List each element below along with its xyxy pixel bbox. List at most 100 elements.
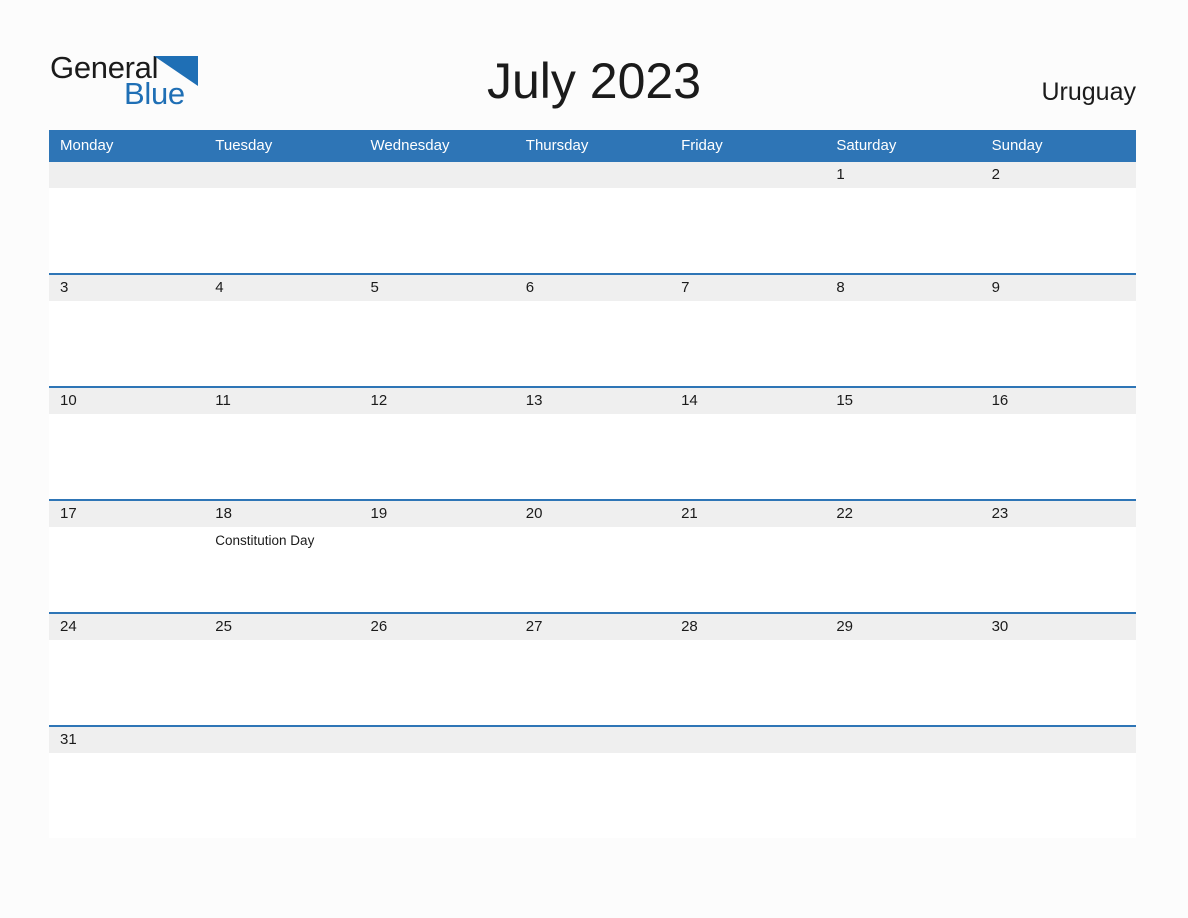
calendar-week-row: 1 2 [49,162,1136,273]
day-number[interactable]: 13 [515,388,670,414]
day-event [515,640,670,670]
day-event-strip [49,188,1136,218]
day-number[interactable]: 23 [981,501,1136,527]
day-number[interactable]: 8 [825,275,980,301]
day-event [670,753,825,783]
day-event [825,188,980,218]
day-number[interactable]: 31 [49,727,204,753]
day-event [825,753,980,783]
page-header: General Blue July 2023 Uruguay [0,0,1188,130]
day-event [204,640,359,670]
day-number[interactable] [981,727,1136,753]
day-number[interactable] [825,727,980,753]
day-number[interactable] [515,727,670,753]
day-event-strip [49,753,1136,783]
day-number[interactable]: 1 [825,162,980,188]
day-number[interactable]: 2 [981,162,1136,188]
day-event [515,527,670,557]
day-event [515,414,670,444]
weekday-header-wednesday: Wednesday [370,137,450,154]
day-event [825,414,980,444]
day-number[interactable]: 17 [49,501,204,527]
day-number-strip: 17 18 19 20 21 22 23 [49,501,1136,527]
day-number[interactable]: 30 [981,614,1136,640]
weekday-header-row: Monday Tuesday Wednesday Thursday Friday… [49,130,1136,162]
day-event-strip: Constitution Day [49,527,1136,557]
day-number[interactable]: 20 [515,501,670,527]
day-event [49,414,204,444]
day-number[interactable]: 14 [670,388,825,414]
day-number[interactable]: 4 [204,275,359,301]
weekday-header-friday: Friday [681,137,723,154]
day-number[interactable]: 6 [515,275,670,301]
day-event [515,188,670,218]
day-event [981,527,1136,557]
day-event [670,527,825,557]
day-number[interactable]: 5 [360,275,515,301]
day-number-strip: 3 4 5 6 7 8 9 [49,275,1136,301]
day-number[interactable]: 16 [981,388,1136,414]
day-event [825,527,980,557]
calendar-week-row: 24 25 26 27 28 29 30 [49,612,1136,725]
day-number[interactable] [515,162,670,188]
day-event [49,188,204,218]
day-number[interactable]: 10 [49,388,204,414]
day-number[interactable] [49,162,204,188]
day-number[interactable] [360,727,515,753]
day-event [49,753,204,783]
day-event [49,640,204,670]
calendar-week-row: 3 4 5 6 7 8 9 [49,273,1136,386]
day-number[interactable]: 26 [360,614,515,640]
day-number[interactable]: 24 [49,614,204,640]
day-event [204,753,359,783]
weekday-header-thursday: Thursday [525,137,589,154]
day-number-strip: 10 11 12 13 14 15 16 [49,388,1136,414]
day-event [360,188,515,218]
day-number[interactable]: 29 [825,614,980,640]
day-event [204,301,359,331]
day-event [981,640,1136,670]
day-number[interactable]: 7 [670,275,825,301]
day-event [515,753,670,783]
day-event-strip [49,640,1136,670]
day-event [204,188,359,218]
day-event [515,301,670,331]
day-number[interactable] [204,162,359,188]
day-number[interactable]: 9 [981,275,1136,301]
day-number[interactable]: 19 [360,501,515,527]
country-label: Uruguay [1041,78,1137,106]
day-event [360,527,515,557]
day-event [825,640,980,670]
day-number[interactable]: 3 [49,275,204,301]
day-number[interactable] [670,727,825,753]
day-event [825,301,980,331]
day-number[interactable]: 18 [204,501,359,527]
day-number[interactable]: 27 [515,614,670,640]
day-number[interactable]: 11 [204,388,359,414]
day-number[interactable] [360,162,515,188]
day-number[interactable]: 12 [360,388,515,414]
weekday-header-saturday: Saturday [836,137,897,154]
day-event [360,301,515,331]
day-number[interactable] [204,727,359,753]
day-number[interactable]: 22 [825,501,980,527]
calendar-table: Monday Tuesday Wednesday Thursday Friday… [49,130,1136,838]
day-number-strip: 1 2 [49,162,1136,188]
weekday-header-tuesday: Tuesday [215,137,273,154]
day-event [670,301,825,331]
calendar-page: General Blue July 2023 Uruguay Monday Tu… [0,0,1188,918]
weekday-header-monday: Monday [60,137,114,154]
day-number[interactable] [670,162,825,188]
day-event [360,753,515,783]
day-number[interactable]: 15 [825,388,980,414]
day-number[interactable]: 25 [204,614,359,640]
day-number[interactable]: 28 [670,614,825,640]
day-event-constitution-day: Constitution Day [215,533,315,548]
page-title: July 2023 [486,53,702,109]
day-event [670,188,825,218]
day-number[interactable]: 21 [670,501,825,527]
weekday-header-sunday: Sunday [991,137,1043,154]
day-event [981,753,1136,783]
day-event [49,301,204,331]
day-event [981,301,1136,331]
